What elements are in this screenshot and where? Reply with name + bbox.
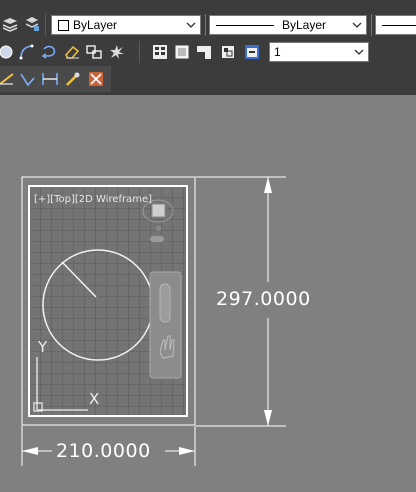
ucs-y-label: Y — [38, 338, 48, 356]
drawing-canvas[interactable]: ◎ — [0, 0, 416, 492]
viewport-controls-label[interactable]: [+][Top][2D Wireframe] — [34, 194, 152, 205]
steering-wheel-icon — [159, 283, 171, 323]
dim-arrow-top — [264, 177, 272, 193]
dimension-horizontal-text: 210.0000 — [56, 440, 151, 462]
dim-arrow-right — [179, 447, 195, 455]
svg-text:◎: ◎ — [156, 225, 161, 232]
dimension-vertical-text: 297.0000 — [216, 288, 311, 310]
dim-arrow-left — [22, 447, 38, 455]
ucs-x-label: X — [89, 390, 100, 408]
dim-arrow-bottom — [264, 410, 272, 426]
